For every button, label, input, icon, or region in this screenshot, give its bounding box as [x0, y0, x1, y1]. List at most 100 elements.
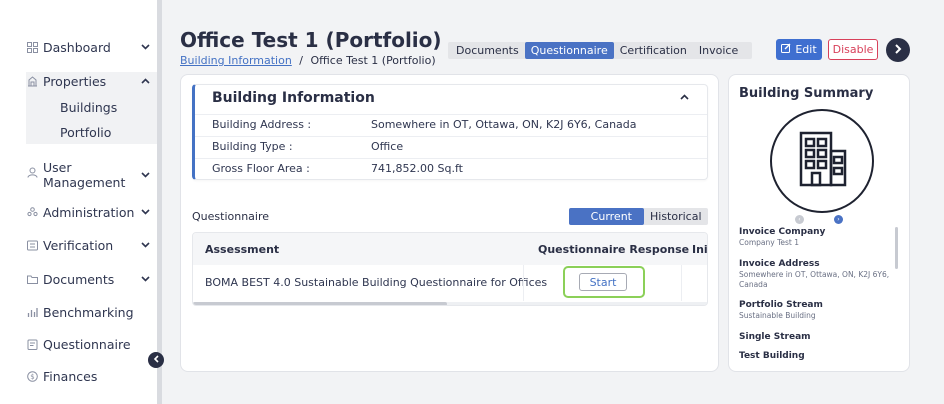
tab-documents[interactable]: Documents: [450, 42, 525, 59]
info-label: Building Type :: [212, 140, 293, 153]
info-label: Building Address :: [212, 118, 312, 131]
collapse-chevron-icon[interactable]: [680, 92, 689, 103]
office-building-icon: [799, 131, 847, 187]
column-divider: [681, 265, 682, 301]
tab-invoice[interactable]: Invoice: [693, 42, 744, 59]
divider: [195, 114, 707, 115]
sidebar-item-label: Benchmarking: [43, 305, 134, 320]
divider: [195, 136, 707, 137]
chevron-up-icon: [141, 76, 150, 87]
sidebar-subitem-buildings[interactable]: Buildings: [60, 100, 117, 115]
summary-field-label: Invoice Company: [739, 227, 826, 237]
checklist-icon: [26, 240, 38, 252]
summary-field-value: Somewhere in OT, Ottawa, ON, K2J 6Y6, Ca…: [739, 270, 890, 289]
questionnaire-label: Questionnaire: [192, 210, 270, 223]
summary-field-value: Company Test 1: [739, 238, 799, 247]
vertical-scrollbar[interactable]: [895, 227, 898, 269]
building-image: [770, 109, 874, 213]
info-row-gfa: Gross Floor Area : 741,852.00 Sq.ft: [212, 162, 692, 175]
svg-text:$: $: [30, 373, 34, 381]
info-value: Somewhere in OT, Ottawa, ON, K2J 6Y6, Ca…: [371, 118, 637, 131]
summary-field-label: Invoice Address: [739, 259, 820, 269]
next-button[interactable]: [886, 38, 910, 62]
sidebar-item-label: Finances: [43, 369, 98, 384]
start-button[interactable]: Start: [579, 273, 627, 291]
info-value: Office: [371, 140, 404, 153]
info-row-type: Building Type : Office: [212, 140, 692, 153]
sidebar-item-label: User: [43, 160, 72, 175]
edit-label: Edit: [795, 43, 817, 56]
summary-title: Building Summary: [739, 86, 874, 101]
sidebar-item-questionnaire[interactable]: Questionnaire: [26, 337, 150, 352]
questionnaire-table: Assessment Questionnaire Response Init B…: [192, 232, 708, 306]
sidebar-item-label: Questionnaire: [43, 337, 131, 352]
disable-button[interactable]: Disable: [828, 39, 878, 60]
building-summary-card: Building Summary ‹ › Invoice Company Com…: [728, 74, 910, 372]
tab-certification[interactable]: Certification: [614, 42, 693, 59]
bar-chart-icon: [26, 307, 38, 319]
toggle-current[interactable]: Current: [569, 208, 644, 225]
info-row-address: Building Address : Somewhere in OT, Otta…: [212, 118, 692, 131]
user-icon: [26, 166, 38, 178]
horizontal-scrollbar[interactable]: [193, 302, 707, 305]
chevron-right-icon: [894, 43, 902, 57]
column-header: Questionnaire Response: [538, 243, 690, 256]
sidebar-item-verification[interactable]: Verification: [26, 238, 150, 253]
current-historical-toggle: Current Historical: [569, 208, 708, 225]
sidebar-item-label: Dashboard: [43, 40, 111, 55]
chevron-down-icon: [141, 207, 150, 218]
sidebar-item-documents[interactable]: Documents: [26, 272, 150, 287]
sidebar-rail: [157, 0, 162, 404]
edit-button[interactable]: Edit: [776, 39, 822, 60]
edit-icon: [781, 43, 791, 56]
folder-icon: [26, 274, 38, 286]
divider: [195, 158, 707, 159]
assessment-cell: BOMA BEST 4.0 Sustainable Building Quest…: [205, 276, 548, 289]
column-header: Assessment: [205, 243, 280, 256]
chevron-left-icon: [153, 354, 160, 366]
sidebar-item-dashboard[interactable]: Dashboard: [26, 40, 150, 55]
sidebar-collapse-button[interactable]: [148, 352, 164, 368]
sidebar-item-label: Verification: [43, 238, 114, 253]
sidebar-item-administration[interactable]: Administration: [26, 205, 150, 220]
carousel-next-icon[interactable]: ›: [834, 215, 843, 224]
sidebar-item-benchmarking[interactable]: Benchmarking: [26, 305, 150, 320]
sidebar: Dashboard Properties Buildings Portfolio…: [0, 0, 160, 404]
sidebar-item-label: Administration: [43, 205, 135, 220]
breadcrumb: Building Information / Office Test 1 (Po…: [180, 54, 436, 67]
summary-field-value: Sustainable Building: [739, 311, 816, 320]
sidebar-subitem-portfolio[interactable]: Portfolio: [60, 125, 111, 140]
breadcrumb-separator: /: [299, 54, 304, 67]
building-info-title: Building Information: [212, 90, 375, 106]
summary-field-label: Test Building: [739, 351, 805, 361]
users-icon: [26, 207, 38, 219]
building-icon: [26, 76, 38, 88]
sidebar-item-properties[interactable]: Properties: [26, 74, 150, 89]
chevron-down-icon: [141, 170, 150, 181]
info-value: 741,852.00 Sq.ft: [371, 162, 463, 175]
grid-icon: [26, 42, 38, 54]
chevron-down-icon: [141, 274, 150, 285]
dollar-icon: $: [26, 371, 38, 383]
sidebar-item-finances[interactable]: $ Finances: [26, 369, 150, 384]
carousel-prev-icon[interactable]: ‹: [795, 215, 804, 224]
tab-bar: Documents Questionnaire Certification In…: [448, 42, 752, 59]
page-title: Office Test 1 (Portfolio): [180, 28, 442, 52]
chevron-down-icon: [141, 42, 150, 53]
info-label: Gross Floor Area :: [212, 162, 310, 175]
column-header: Init: [692, 243, 708, 256]
summary-field-label: Single Stream: [739, 332, 811, 342]
sidebar-item-user-management[interactable]: User Management: [26, 160, 150, 190]
scrollbar-thumb[interactable]: [193, 302, 447, 305]
sidebar-item-label: Properties: [43, 74, 107, 89]
chevron-down-icon: [141, 240, 150, 251]
table-header: Assessment Questionnaire Response Init: [193, 233, 708, 265]
summary-field-label: Portfolio Stream: [739, 300, 823, 310]
toggle-historical[interactable]: Historical: [644, 208, 708, 225]
column-divider: [523, 265, 524, 301]
clipboard-icon: [26, 339, 38, 351]
sidebar-item-label: Management: [43, 175, 126, 190]
breadcrumb-current: Office Test 1 (Portfolio): [310, 54, 436, 67]
breadcrumb-link-building-information[interactable]: Building Information: [180, 54, 292, 67]
tab-questionnaire[interactable]: Questionnaire: [524, 42, 614, 59]
